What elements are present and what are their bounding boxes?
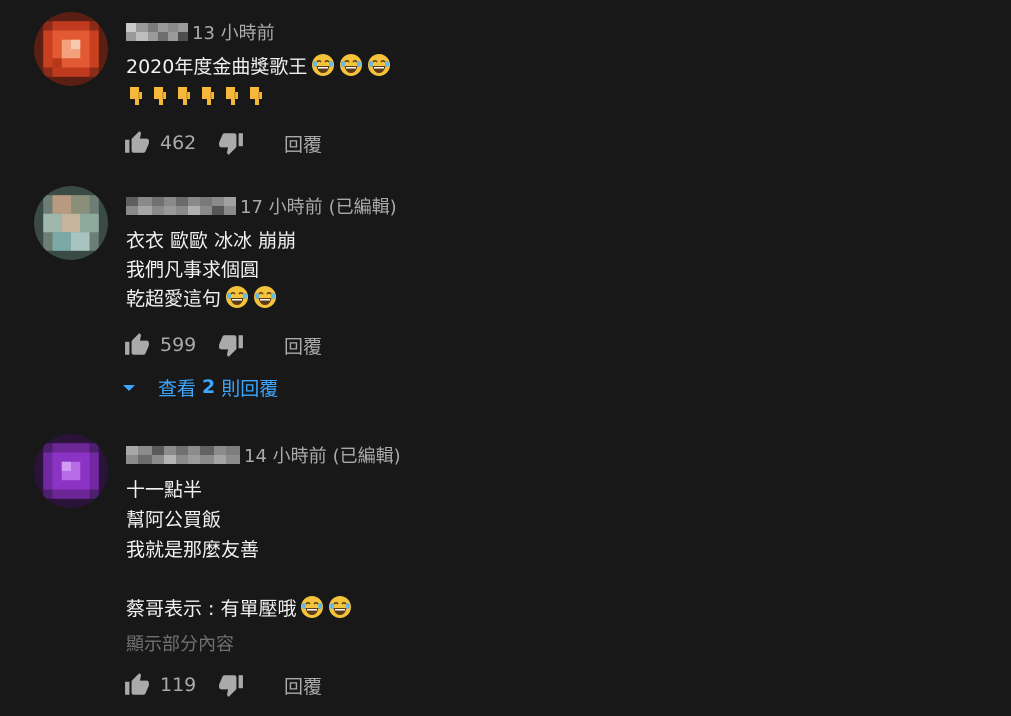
comment-text-line: 我就是那麼友善 [126,539,260,561]
comment-header: 14 小時前 (已編輯) [126,441,401,469]
author-name-blurred[interactable] [126,444,240,466]
like-count: 599 [160,334,197,356]
comment-action-bar: 599 回覆 [124,330,322,360]
comment-text-line: 衣衣 歐歐 冰冰 崩崩 [126,230,297,252]
grinning-sweat-emoji-icon [328,595,352,619]
pointing-down-emoji-icon [126,85,146,116]
comment-text-line: 十一點半 [126,479,203,501]
comment-text-line: 乾超愛這句 [126,284,277,314]
grinning-sweat-emoji-icon [367,53,391,77]
comment-action-bar: 119 回覆 [124,670,322,700]
pointing-down-emoji-icon [174,85,194,116]
avatar[interactable] [34,186,108,260]
comment-timestamp[interactable]: 17 小時前 [240,193,323,219]
like-count: 119 [160,674,197,696]
show-more-link[interactable]: 顯示部分內容 [126,630,234,656]
comment-text-line: 2020年度金曲獎歌王 [126,52,391,82]
reply-button[interactable]: 回覆 [284,332,322,359]
reply-button[interactable]: 回覆 [284,672,322,699]
author-name-blurred[interactable] [126,195,236,217]
grinning-sweat-emoji-icon [311,53,335,77]
grinning-sweat-emoji-icon [300,595,324,619]
grinning-sweat-emoji-icon [253,285,277,309]
thumbs-up-icon[interactable] [124,672,150,698]
thumbs-down-icon[interactable] [218,130,244,156]
edited-label: (已編輯) [332,446,401,467]
comment-action-bar: 462 回覆 [124,128,322,158]
avatar[interactable] [34,12,108,86]
comment-header: 17 小時前 (已編輯) [126,192,397,220]
pointing-down-emoji-icon [222,85,242,116]
thumbs-down-icon[interactable] [218,672,244,698]
comment-text-line: 幫阿公買飯 [126,509,222,531]
comment-text-line [126,82,270,116]
grinning-sweat-emoji-icon [339,53,363,77]
view-replies-button[interactable]: 查看 2 則回覆 [122,372,278,402]
like-count: 462 [160,132,197,154]
edited-label: (已編輯) [328,197,397,218]
comment-timestamp[interactable]: 13 小時前 [192,19,275,45]
grinning-sweat-emoji-icon [225,285,249,309]
comment-text-line: 蔡哥表示 : 有單壓哦 [126,594,352,624]
comment-timestamp[interactable]: 14 小時前 [244,442,327,468]
pointing-down-emoji-icon [150,85,170,116]
thumbs-up-icon[interactable] [124,332,150,358]
thumbs-down-icon[interactable] [218,332,244,358]
reply-button[interactable]: 回覆 [284,130,322,157]
pointing-down-emoji-icon [246,85,266,116]
comment-header: 13 小時前 [126,18,275,46]
comments-section: 13 小時前 2020年度金曲獎歌王 462 回覆 17 小時前 (已編輯) 衣… [0,0,1011,716]
comment-text-line: 我們凡事求個圓 [126,259,260,281]
caret-down-icon [122,376,136,398]
avatar[interactable] [34,434,108,508]
pointing-down-emoji-icon [198,85,218,116]
thumbs-up-icon[interactable] [124,130,150,156]
author-name-blurred[interactable] [126,21,188,43]
